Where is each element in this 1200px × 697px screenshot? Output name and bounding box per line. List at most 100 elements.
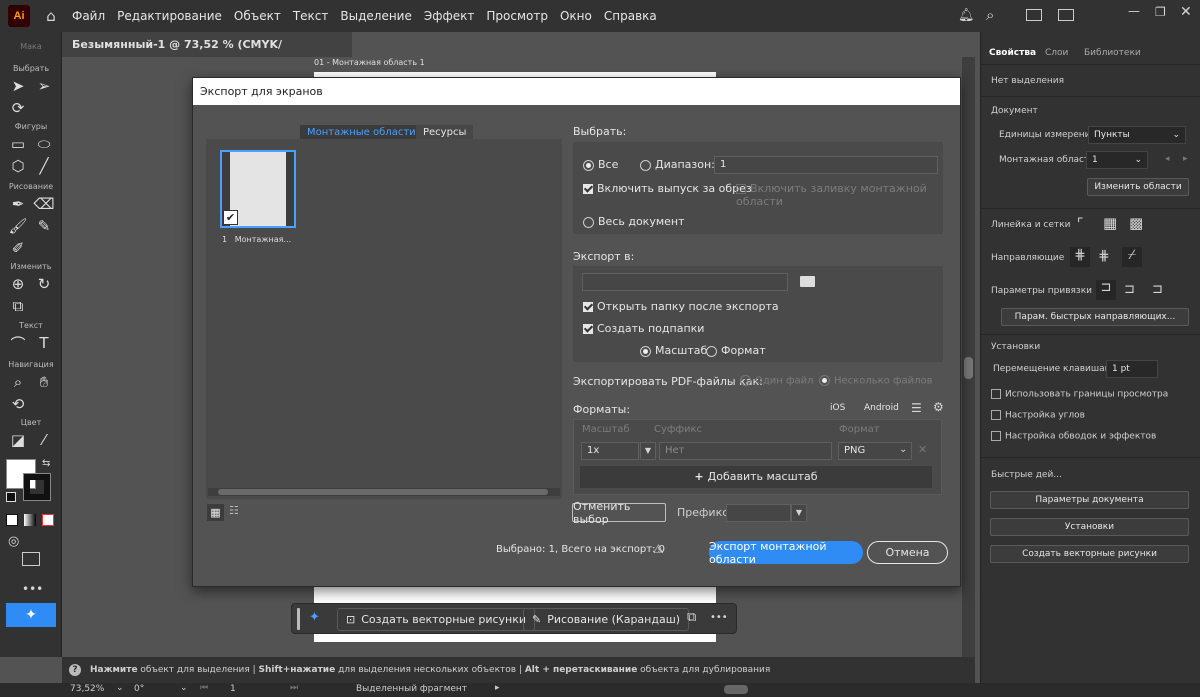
rotate-icon[interactable]: ↻ — [34, 274, 54, 294]
lock-guides-icon[interactable]: ⋕ — [1098, 248, 1110, 264]
zoom-field[interactable]: 73,52% — [70, 684, 104, 694]
scale-dropdown-icon[interactable]: ▼ — [640, 442, 656, 460]
artboard-nav-last-icon[interactable]: ⏭ — [290, 683, 298, 693]
arrange-icon[interactable] — [1058, 9, 1074, 21]
pen-tool-icon[interactable]: ✒ — [8, 194, 28, 214]
angle-dropdown-icon[interactable]: ⌄ — [180, 683, 188, 693]
tab-layers[interactable]: Слои — [1045, 48, 1068, 58]
show-guides-icon[interactable]: ⋕ — [1070, 247, 1090, 267]
clear-selection-button[interactable]: Отменить выбор — [572, 500, 666, 526]
snap-point-icon[interactable]: ⊐ — [1096, 280, 1116, 300]
smart-guides-icon[interactable]: ⌿ — [1122, 247, 1142, 267]
close-window-icon[interactable]: ✕ — [1180, 4, 1192, 20]
create-vector-button[interactable]: Создать векторные рисунки — [990, 545, 1189, 563]
ios-preset[interactable]: iOS — [830, 403, 845, 413]
artboard-nav-first-icon[interactable]: ⏮ — [200, 683, 208, 693]
more-tools-icon[interactable]: ••• — [22, 582, 43, 596]
bleed-checkbox[interactable]: Включить выпуск за обрез — [583, 182, 752, 195]
pdf-single-radio[interactable]: Один файл — [740, 375, 814, 387]
gradient-icon[interactable]: ◪ — [8, 430, 28, 450]
add-scale-button[interactable]: + Добавить масштаб — [580, 466, 932, 488]
draw-pencil-button[interactable]: ✎ Рисование (Карандаш) — [523, 608, 690, 631]
home-icon[interactable]: ⌂ — [36, 7, 66, 25]
artboard-fill-checkbox[interactable]: Включить заливку монтажной области — [736, 182, 960, 208]
swap-colors-icon[interactable]: ⇆ — [42, 458, 50, 469]
menu-view[interactable]: Просмотр — [480, 0, 554, 32]
scale-icon[interactable]: ⧉ — [8, 296, 28, 316]
pdf-multiple-radio[interactable]: Несколько файлов — [819, 375, 933, 387]
default-colors-icon[interactable] — [6, 492, 16, 502]
eyedropper-icon[interactable]: ⁄ — [34, 430, 54, 450]
radio-scale[interactable]: Масштаб — [640, 344, 707, 357]
lasso-icon[interactable]: ⟳ — [8, 98, 28, 118]
shaper-icon[interactable]: ⬡ — [8, 156, 28, 176]
radio-all[interactable]: Все — [583, 158, 618, 171]
pencil-icon[interactable]: ✎ — [34, 216, 54, 236]
blob-brush-icon[interactable]: ✐ — [8, 238, 28, 258]
menu-window[interactable]: Окно — [554, 0, 598, 32]
remove-row-icon[interactable]: ✕ — [918, 443, 927, 456]
bell-icon[interactable]: 🔔︎ — [958, 8, 975, 23]
edit-artboards-button[interactable]: Изменить области — [1087, 178, 1189, 196]
screen-mode-icon[interactable] — [22, 552, 40, 566]
type-tool-icon[interactable]: T — [34, 333, 54, 353]
line-tool-icon[interactable]: ╱ — [34, 156, 54, 176]
export-artboard-button[interactable]: Экспорт монтажной области — [709, 540, 863, 566]
artboard-select[interactable]: 1 ⌄ — [1086, 151, 1148, 169]
tab-libraries[interactable]: Библиотеки — [1084, 48, 1141, 58]
zoom-icon[interactable]: ⌕ — [8, 372, 28, 392]
help-icon[interactable]: ? — [69, 664, 81, 676]
menu-type[interactable]: Текст — [287, 0, 335, 32]
open-folder-checkbox[interactable]: Открыть папку после экспорта — [583, 300, 779, 313]
export-path-input[interactable] — [582, 273, 788, 291]
radio-format[interactable]: Формат — [706, 344, 766, 357]
hand-icon[interactable]: ✋︎ — [34, 372, 54, 392]
rectangle-tool-icon[interactable]: ▭ — [8, 134, 28, 154]
rotate-view-icon[interactable]: ⟲ — [8, 394, 28, 414]
selection-tool-icon[interactable]: ➤ — [8, 76, 28, 96]
preview-bounds-checkbox[interactable]: Использовать границы просмотра — [991, 389, 1168, 400]
more-options-icon[interactable]: ••• — [710, 612, 728, 623]
grid-icon[interactable]: ▦ — [1103, 214, 1117, 232]
preferences-button[interactable]: Установки — [990, 518, 1189, 536]
brush-icon[interactable]: 🖌︎ — [8, 216, 28, 236]
snap-glyph-icon[interactable]: ⊐ — [1124, 282, 1135, 297]
menu-effect[interactable]: Эффект — [418, 0, 481, 32]
scale-strokes-checkbox[interactable]: Настройка обводок и эффектов — [991, 431, 1156, 442]
maximize-icon[interactable]: ❐ — [1155, 5, 1166, 19]
eraser-icon[interactable]: ⌫ — [33, 194, 54, 214]
generative-tool-icon[interactable]: ✦ — [6, 603, 56, 627]
color-mode-icon[interactable] — [6, 514, 18, 526]
artboard-prev-icon[interactable]: ◂ — [1165, 154, 1170, 164]
menu-help[interactable]: Справка — [598, 0, 663, 32]
prefix-input[interactable] — [726, 504, 791, 522]
drag-handle[interactable] — [297, 608, 300, 630]
horizontal-scrollbar[interactable] — [724, 685, 748, 694]
subfolders-checkbox[interactable]: Создать подпапки — [583, 322, 704, 335]
menu-select[interactable]: Выделение — [334, 0, 417, 32]
cancel-button[interactable]: Отмена — [867, 541, 948, 564]
vertical-scrollbar[interactable] — [962, 57, 975, 657]
document-tab[interactable]: Безымянный-1 @ 73,52 % (CMYK/Предпросмот… — [62, 32, 352, 76]
scale-select[interactable]: 1x — [581, 442, 639, 460]
radio-range[interactable]: Диапазон: — [640, 158, 715, 171]
menu-file[interactable]: Файл — [66, 0, 111, 32]
workspace-icon[interactable] — [1026, 9, 1042, 21]
create-vector-float-button[interactable]: ⊡ Создать векторные рисунки — [337, 608, 536, 631]
artboard-thumbnail[interactable]: ✔ — [220, 150, 296, 228]
shape-builder-icon[interactable]: ⊕ — [8, 274, 28, 294]
none-mode-icon[interactable] — [42, 514, 54, 526]
image-settings-icon[interactable]: ⧉ — [687, 610, 696, 625]
minimize-icon[interactable]: — — [1128, 4, 1140, 18]
grid-view-icon[interactable]: ▦ — [207, 504, 224, 521]
prefix-dropdown-icon[interactable]: ▼ — [791, 504, 807, 522]
gradient-mode-icon[interactable] — [24, 514, 36, 526]
radio-whole-document[interactable]: Весь документ — [583, 215, 685, 228]
transparency-grid-icon[interactable]: ▩ — [1129, 214, 1143, 232]
stroke-swatch[interactable] — [23, 473, 51, 501]
scale-corners-checkbox[interactable]: Настройка углов — [991, 410, 1085, 421]
list-settings-icon[interactable]: ☰ — [911, 401, 922, 415]
document-setup-button[interactable]: Параметры документа — [990, 491, 1189, 509]
list-view-icon[interactable]: ☷ — [229, 504, 239, 517]
angle-field[interactable]: 0° — [134, 684, 144, 694]
